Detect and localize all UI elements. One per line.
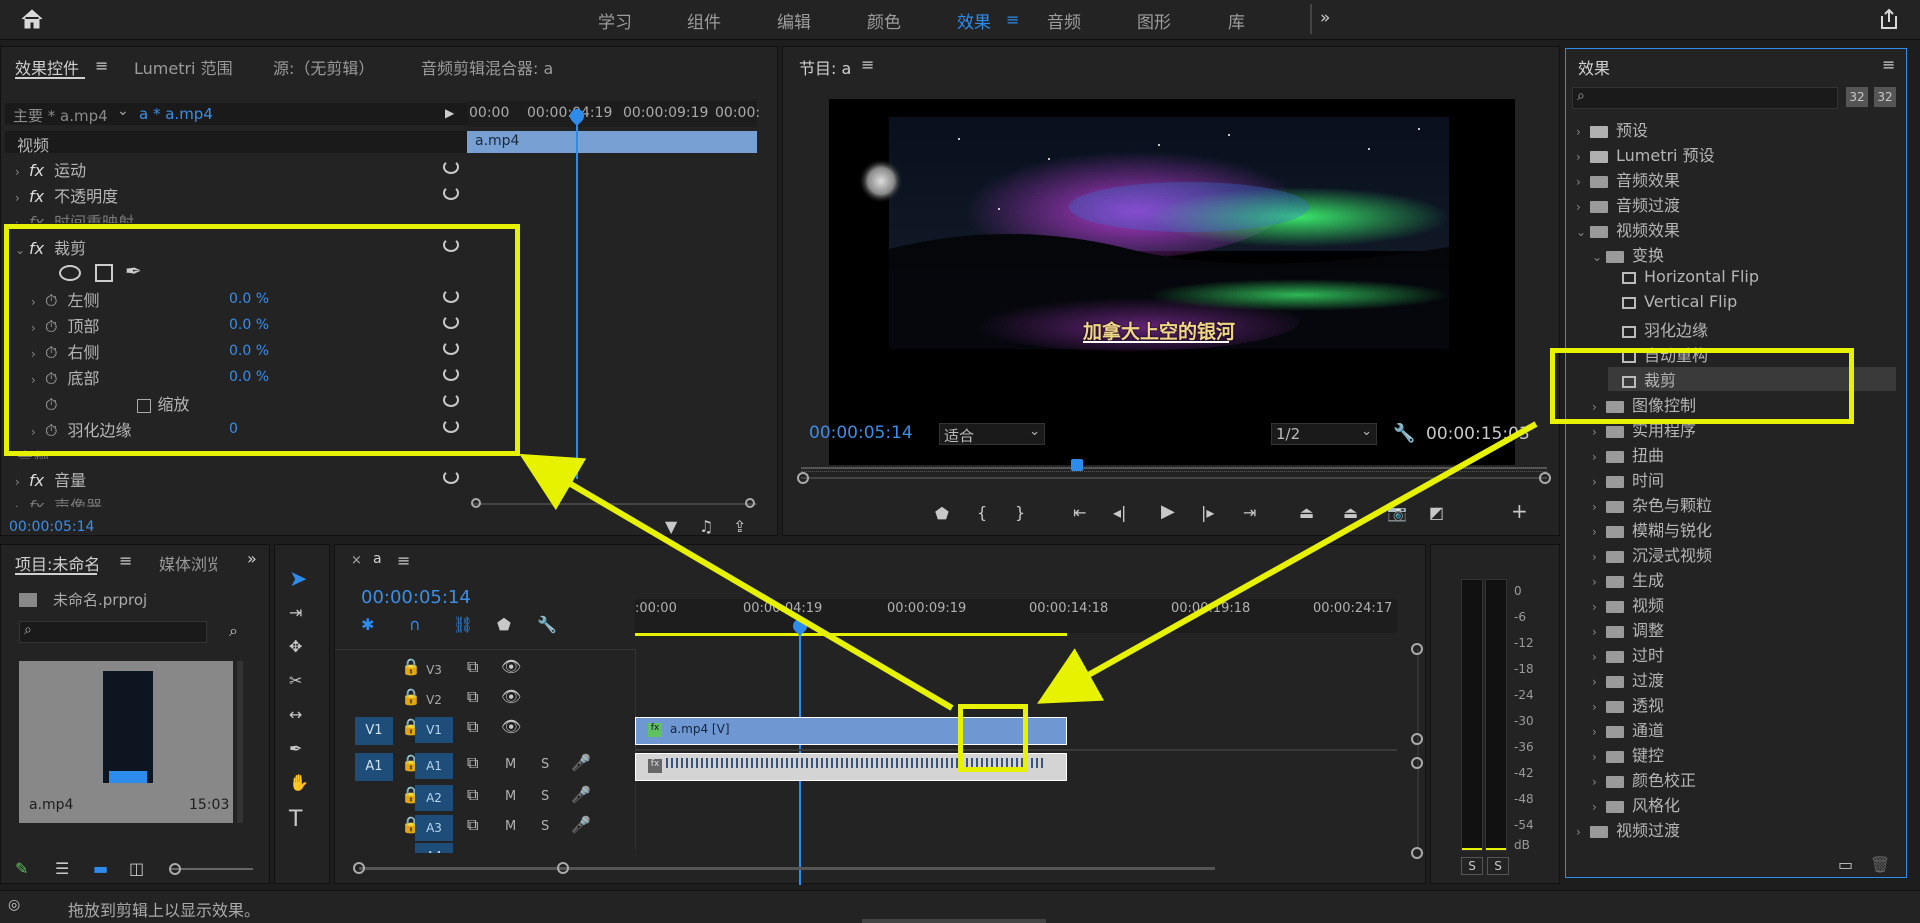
- annotation-arrows: [519, 421, 1538, 711]
